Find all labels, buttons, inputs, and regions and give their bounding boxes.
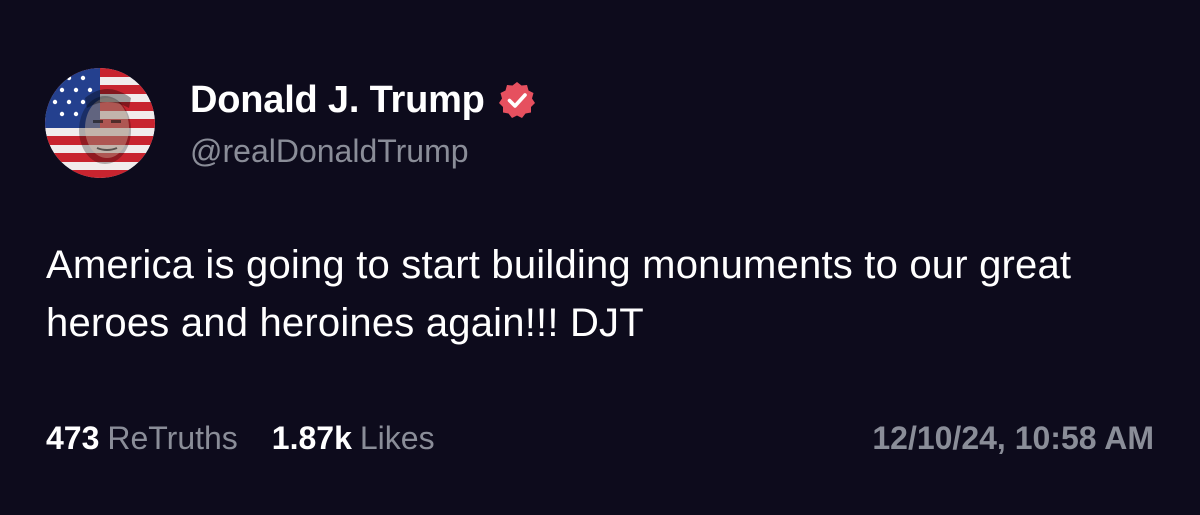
- flag-portrait-avatar-icon: [45, 68, 155, 178]
- author-identity: Donald J. Trump @realDonaldTrump: [190, 75, 537, 170]
- likes-count: 1.87k: [271, 420, 352, 456]
- likes-stat[interactable]: 1.87k Likes: [272, 420, 435, 457]
- likes-label: Likes: [359, 420, 435, 456]
- post-stats: 473 ReTruths 1.87k Likes: [46, 420, 469, 457]
- post-timestamp[interactable]: 12/10/24, 10:58 AM: [872, 420, 1154, 457]
- post-card: Donald J. Trump @realDonaldTrump America…: [0, 0, 1200, 515]
- retruths-label: ReTruths: [107, 420, 238, 456]
- display-name[interactable]: Donald J. Trump: [190, 79, 485, 122]
- name-row: Donald J. Trump: [190, 75, 537, 125]
- retruths-stat[interactable]: 473 ReTruths: [46, 420, 238, 457]
- avatar[interactable]: [45, 68, 155, 178]
- verified-badge-icon: [497, 80, 537, 120]
- user-handle[interactable]: @realDonaldTrump: [190, 133, 537, 170]
- retruths-count: 473: [46, 420, 100, 456]
- post-text: America is going to start building monum…: [46, 243, 1072, 345]
